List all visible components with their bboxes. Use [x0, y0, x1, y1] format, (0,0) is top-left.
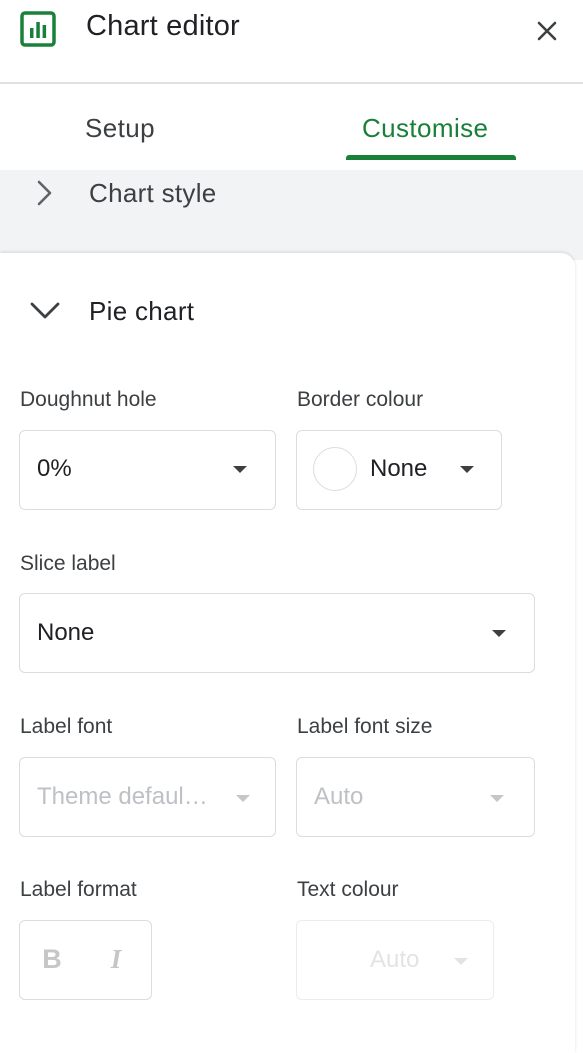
label-format-group: B I	[19, 920, 152, 1000]
section-pie-chart-label: Pie chart	[89, 296, 195, 326]
tab-setup[interactable]: Setup	[85, 113, 155, 144]
dropdown-arrow-icon	[492, 630, 506, 637]
doughnut-hole-value: 0%	[37, 455, 72, 482]
colour-swatch-icon	[313, 447, 357, 491]
text-colour-value: Auto	[370, 946, 420, 973]
section-chart-style[interactable]: Chart style	[0, 170, 583, 234]
label-font-value: Theme defaul…	[37, 783, 208, 810]
dropdown-arrow-icon	[454, 958, 468, 965]
chevron-right-icon	[37, 180, 52, 206]
doughnut-hole-dropdown[interactable]: 0%	[19, 430, 276, 510]
active-tab-indicator	[346, 155, 516, 160]
italic-button[interactable]: I	[96, 939, 136, 979]
border-colour-picker[interactable]: None	[296, 430, 502, 510]
label-font-dropdown[interactable]: Theme defaul…	[19, 757, 276, 837]
editor-tabs: Setup Customise	[0, 84, 583, 170]
label-format-label: Label format	[20, 878, 137, 901]
label-font-size-label: Label font size	[297, 715, 433, 738]
chevron-down-icon	[30, 302, 60, 319]
dropdown-arrow-icon	[233, 466, 247, 473]
label-font-label: Label font	[20, 715, 113, 738]
border-colour-value: None	[370, 455, 428, 482]
slice-label-value: None	[37, 619, 95, 646]
text-colour-label: Text colour	[297, 878, 399, 901]
tab-customise[interactable]: Customise	[362, 113, 488, 144]
dropdown-arrow-icon	[236, 795, 250, 802]
slice-label-label: Slice label	[20, 552, 116, 575]
slice-label-dropdown[interactable]: None	[19, 593, 535, 673]
border-colour-label: Border colour	[297, 388, 424, 411]
label-font-size-value: Auto	[314, 783, 364, 810]
panel-title: Chart editor	[86, 10, 240, 42]
dropdown-arrow-icon	[490, 795, 504, 802]
dropdown-arrow-icon	[460, 466, 474, 473]
section-chart-style-label: Chart style	[89, 178, 217, 208]
doughnut-hole-label: Doughnut hole	[20, 388, 157, 411]
label-font-size-dropdown[interactable]: Auto	[296, 757, 535, 837]
sheets-chart-icon	[20, 11, 56, 47]
section-pie-chart[interactable]: Pie chart	[0, 290, 583, 354]
close-icon[interactable]	[532, 16, 562, 46]
chart-editor-header: Chart editor	[0, 0, 583, 84]
bold-button[interactable]: B	[32, 939, 72, 979]
text-colour-picker[interactable]: Auto	[296, 920, 494, 1000]
